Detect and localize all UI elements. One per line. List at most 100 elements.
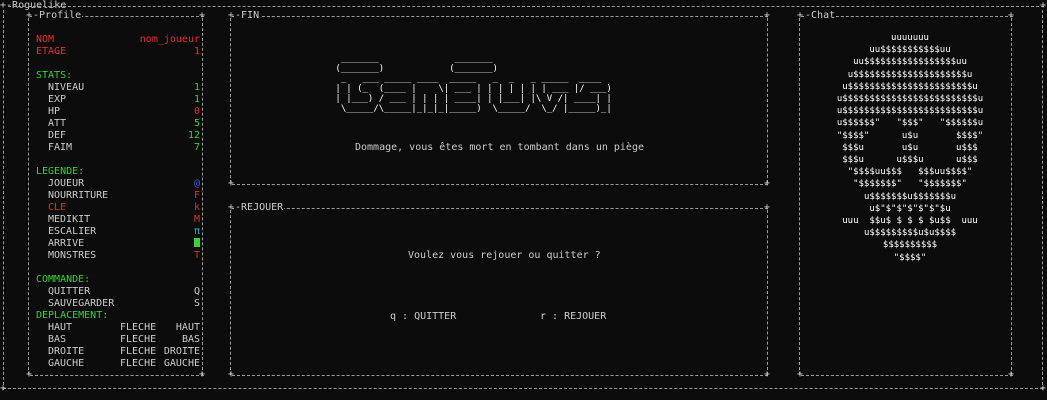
stat-row: ATT 5 [36, 118, 207, 130]
name-value: nom_joueur [139, 34, 200, 45]
outer-frame-bottom [3, 388, 1043, 389]
stat-row: HP 0 [36, 106, 207, 118]
legend-row: JOUEUR @ [36, 178, 207, 190]
move-label: BAS [48, 334, 67, 345]
outer-frame-top [8, 6, 1044, 7]
outer-frame-left [3, 10, 4, 390]
corner: + [764, 178, 771, 189]
fin-frame-top [232, 16, 768, 17]
stats-header: STATS: [36, 70, 73, 81]
corner: + [26, 369, 33, 380]
move-label: DROITE [48, 346, 85, 357]
corner: + [1008, 369, 1015, 380]
stat-value: 1 [193, 82, 200, 93]
command-key: Q [193, 286, 200, 297]
move-key: FLECHE [120, 322, 157, 333]
chat-frame-right [1011, 18, 1012, 375]
replay-option[interactable]: r : REJOUER [540, 311, 606, 323]
move-row: BAS FLECHE BAS [36, 334, 207, 346]
rejouer-frame-right [767, 210, 768, 375]
corner: + [764, 369, 771, 380]
fin-frame-right [767, 18, 768, 183]
chat-frame-left [799, 18, 800, 375]
legend-row: MONSTRES T [36, 250, 207, 262]
stat-row: EXP 1 [36, 94, 207, 106]
move-dir: GAUCHE [163, 358, 200, 369]
stat-row: FAIM 7 [36, 142, 207, 154]
legend-row: MEDIKIT M [36, 214, 207, 226]
legend-label: CLE [48, 202, 67, 213]
stats-header-row: STATS: [36, 70, 207, 82]
stat-row: NIVEAU 1 [36, 82, 207, 94]
stat-label: FAIM [48, 142, 73, 153]
command-key: S [193, 298, 200, 309]
legend-label: MONSTRES [48, 250, 97, 261]
move-row: GAUCHE FLECHE GAUCHE [36, 358, 207, 370]
corner: + [1040, 383, 1047, 394]
profile-name-row: NOM nom_joueur [36, 34, 207, 46]
move-row: HAUT FLECHE HAUT [36, 322, 207, 334]
stat-value: 0 [193, 106, 200, 117]
rejouer-frame-left [230, 210, 231, 375]
stat-value: 7 [193, 142, 200, 153]
fin-title-text: FIN [241, 10, 260, 21]
legend-label: NOURRITURE [48, 190, 109, 201]
command-label: QUITTER [48, 286, 91, 297]
game-over-ascii-art: _______ _______ (_______) (_______) _ __… [335, 54, 612, 114]
death-message: Dommage, vous êtes mort en tombant dans … [355, 142, 644, 153]
stat-label: ATT [48, 118, 67, 129]
commands-header-row: COMMANDE: [36, 274, 207, 286]
profile-floor-row: ETAGE 1 [36, 46, 207, 58]
fin-panel-title: -FIN [234, 10, 261, 21]
fin-frame-bottom [232, 184, 768, 185]
outer-frame-right [1042, 10, 1043, 390]
chat-title-text: Chat [811, 10, 836, 21]
legend-label: JOUEUR [48, 178, 85, 189]
legend-row: CLE k [36, 202, 207, 214]
rejouer-panel-title: -REJOUER [234, 202, 285, 213]
corner: + [228, 369, 235, 380]
corner: + [0, 383, 7, 394]
moves-header-row: DEPLACEMENT: [36, 310, 207, 322]
legend-label: MEDIKIT [48, 214, 91, 225]
legend-row: ESCALIER π [36, 226, 207, 238]
command-row: QUITTER Q [36, 286, 207, 298]
quit-option[interactable]: q : QUITTER [390, 311, 456, 323]
move-label: GAUCHE [48, 358, 85, 369]
floor-label: ETAGE [36, 46, 67, 57]
stat-label: DEF [48, 130, 67, 141]
stat-label: NIVEAU [48, 82, 85, 93]
arrive-block-icon [194, 238, 200, 250]
command-label: SAUVEGARDER [48, 298, 115, 309]
corner: + [764, 10, 771, 21]
commands-header: COMMANDE: [36, 274, 91, 285]
corner: + [199, 10, 206, 21]
legend-symbol: F [193, 190, 200, 201]
legend-header-row: LEGENDE: [36, 166, 207, 178]
move-dir: HAUT [175, 322, 200, 333]
stat-row: DEF 12 [36, 130, 207, 142]
legend-symbol: T [193, 250, 200, 261]
floor-value: 1 [193, 46, 200, 57]
skull-ascii-art: uuuuuuu uu$$$$$$$$$$$uu uu$$$$$$$$$$$$$$… [836, 33, 984, 263]
rejouer-title-text: REJOUER [241, 202, 284, 213]
legend-header: LEGENDE: [36, 166, 85, 177]
move-key: FLECHE [120, 334, 157, 345]
stat-value: 1 [193, 94, 200, 105]
name-label: NOM [36, 34, 55, 45]
corner: + [1008, 10, 1015, 21]
legend-symbol: π [193, 226, 200, 237]
profile-frame-left [28, 18, 29, 375]
legend-row: ARRIVE [36, 238, 207, 250]
chat-frame-bottom [801, 375, 1013, 376]
legend-symbol: @ [193, 178, 200, 189]
stat-label: EXP [48, 94, 67, 105]
legend-symbol: k [193, 202, 200, 213]
corner: + [797, 369, 804, 380]
profile-frame-bottom [30, 375, 204, 376]
profile-title-text: Profile [39, 10, 82, 21]
move-row: DROITE FLECHE DROITE [36, 346, 207, 358]
rejouer-frame-bottom [232, 375, 768, 376]
legend-row: NOURRITURE F [36, 190, 207, 202]
fin-frame-left [230, 18, 231, 183]
